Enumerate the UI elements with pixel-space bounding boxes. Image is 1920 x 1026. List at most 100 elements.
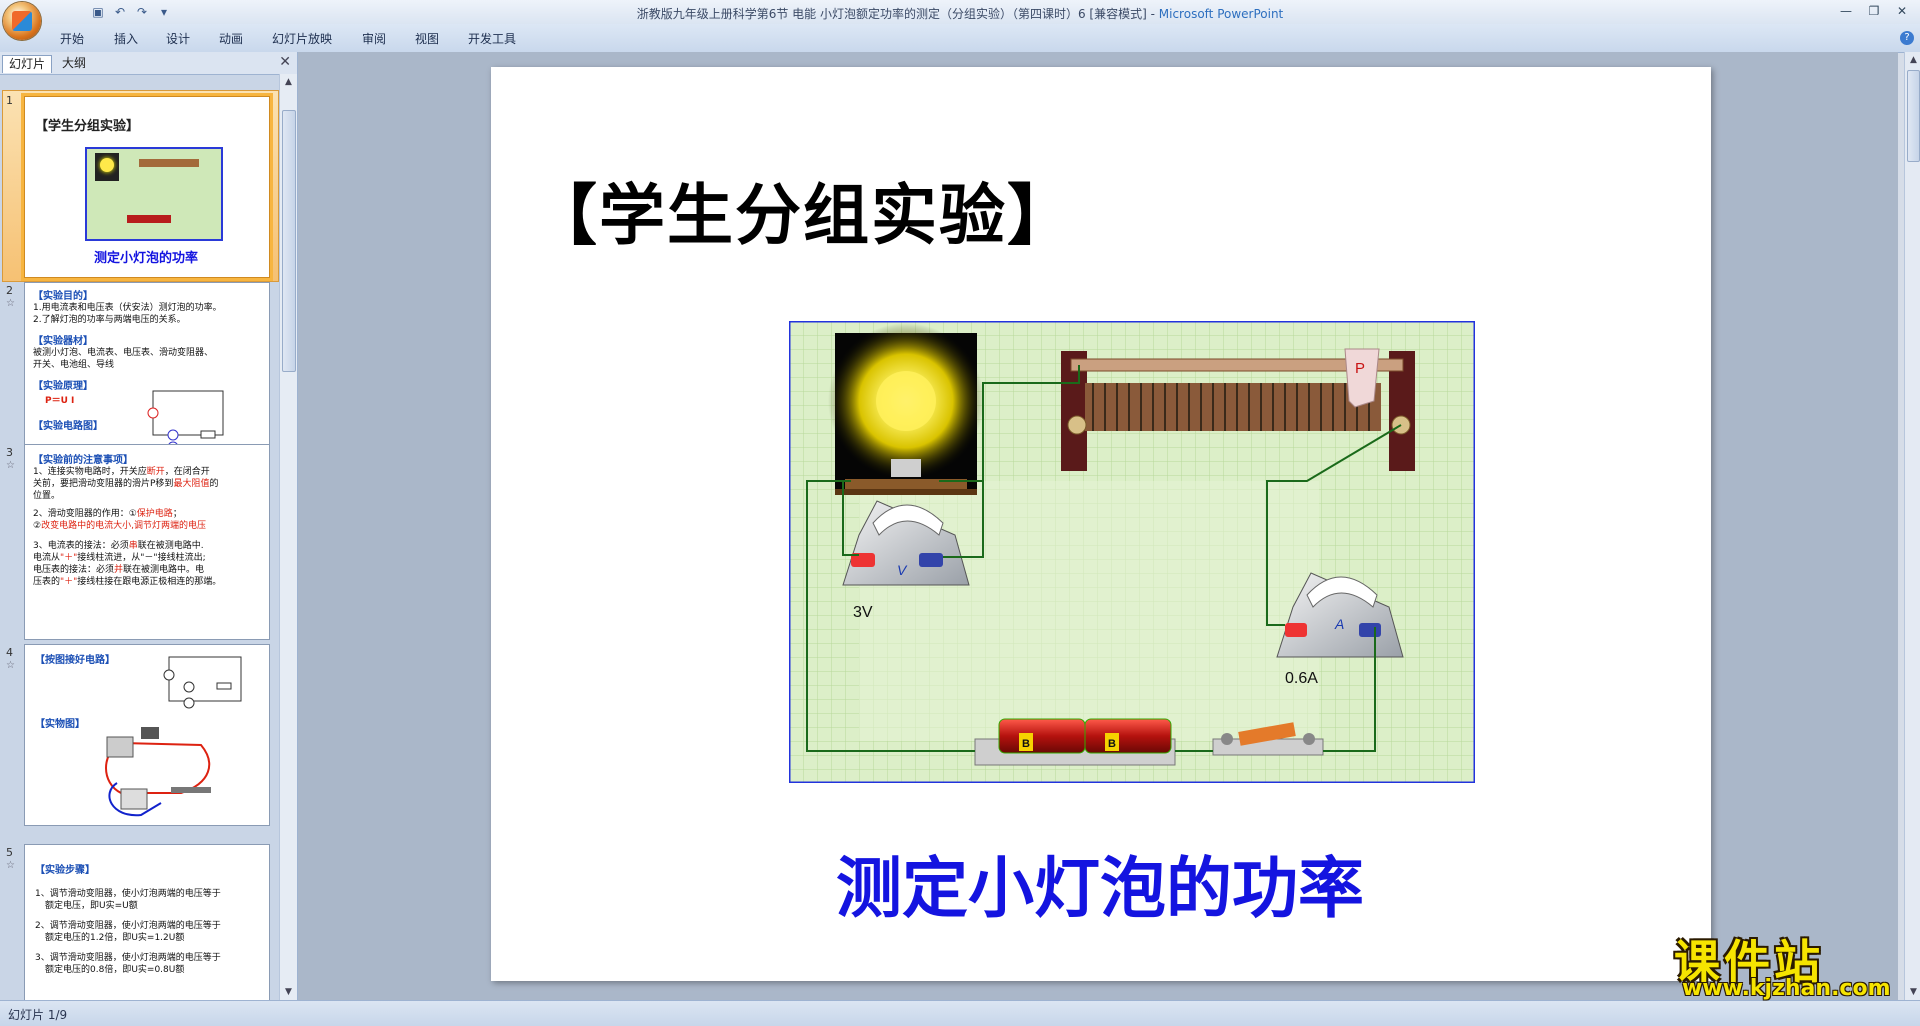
- thumb-line: 关前，要把滑动变阻器的滑片P移到最大阻值的: [33, 478, 221, 490]
- tab-developer[interactable]: 开发工具: [468, 30, 516, 47]
- slide-thumbnail-4[interactable]: 【按图接好电路】 【实物图】: [24, 644, 270, 826]
- thumb-caption: 测定小灯泡的功率: [93, 251, 198, 266]
- help-icon[interactable]: ?: [1900, 31, 1914, 45]
- slide-subtitle[interactable]: 测定小灯泡的功率: [836, 835, 1364, 931]
- thumb-text: 接线柱接在跟电源正极相连的那端。: [77, 577, 222, 587]
- thumb-line: 1.用电流表和电压表（伏安法）测灯泡的功率。: [33, 303, 222, 313]
- slides-panel: 幻灯片 大纲 ✕ 1 【学生分组实验】 测定小灯泡的功率 2 ☆ 【实验目的】 …: [0, 52, 298, 1000]
- thumb-line: 3、调节滑动变阻器，使小灯泡两端的电压等于: [35, 953, 221, 963]
- watermark-logo: 课件站 www.kjzhan.com: [1668, 926, 1904, 1001]
- thumb-line: 【实验前的注意事项】: [33, 455, 133, 466]
- slide-canvas[interactable]: 【学生分组实验】 P V 3V A 0.6A B B 测定小灯泡的功率: [491, 67, 1711, 981]
- thumb-line: 被测小灯泡、电流表、电压表、滑动变阻器、: [33, 348, 214, 358]
- app-name: Microsoft PowerPoint: [1158, 7, 1284, 21]
- tab-view[interactable]: 视图: [415, 30, 439, 47]
- circuit-image[interactable]: P V 3V A 0.6A B B: [789, 321, 1475, 783]
- tab-outline[interactable]: 大纲: [56, 55, 92, 72]
- customize-toolbar-icon[interactable]: ▾: [156, 4, 172, 20]
- thumb-real-circuit: [105, 727, 211, 817]
- tab-animations[interactable]: 动画: [219, 30, 243, 47]
- slide-editing-area: 【学生分组实验】 P V 3V A 0.6A B B 测定小灯泡的功率: [298, 52, 1898, 1000]
- quick-access-toolbar: ▣ ↶ ↷ ▾: [48, 3, 172, 21]
- thumb-blank: 并: [114, 565, 124, 575]
- animation-star-icon: ☆: [6, 298, 15, 309]
- animation-star-icon: ☆: [6, 860, 15, 871]
- tab-review[interactable]: 审阅: [362, 30, 386, 47]
- ammeter-symbol: A: [1334, 616, 1344, 632]
- thumb-number: 3: [6, 446, 13, 459]
- restore-icon[interactable]: ❐: [1862, 2, 1886, 20]
- thumb-text: 电压表的接法：必须: [33, 565, 115, 575]
- watermark-url: www.kjzhan.com: [1682, 976, 1891, 1001]
- animation-star-icon: ☆: [6, 660, 15, 671]
- thumb-line: 额定电压的1.2倍，即U实=1.2U额: [45, 933, 185, 943]
- thumb-line: 2.了解灯泡的功率与两端电压的关系。: [33, 315, 186, 325]
- thumb-title: 【学生分组实验】: [35, 119, 140, 134]
- scroll-down-icon[interactable]: ▼: [280, 984, 297, 1000]
- slide-thumbnail-5[interactable]: 【实验步骤】 1、调节滑动变阻器，使小灯泡两端的电压等于 额定电压，即U实=U额…: [24, 844, 270, 1000]
- thumb-number: 1: [6, 94, 13, 107]
- minimize-icon[interactable]: —: [1834, 2, 1858, 20]
- office-logo-icon: [12, 11, 32, 31]
- thumb-line: 压表的"＋"接线柱接在跟电源正极相连的那端。: [33, 576, 221, 588]
- save-icon[interactable]: ▣: [90, 4, 106, 20]
- office-button[interactable]: [3, 2, 41, 40]
- thumb-text: ②: [33, 521, 42, 531]
- thumb-line: 3、电流表的接法：必须串联在被测电路中.: [33, 540, 221, 552]
- redo-icon[interactable]: ↷: [134, 4, 150, 20]
- thumb-blank: "＋": [60, 577, 78, 587]
- voltmeter-range-label: 3V: [853, 604, 873, 621]
- close-icon[interactable]: ✕: [1890, 2, 1914, 20]
- thumb-number: 5: [6, 846, 13, 859]
- ammeter-range-label: 0.6A: [1285, 670, 1318, 687]
- tab-home[interactable]: 开始: [60, 30, 84, 47]
- thumb-blank: 断开: [146, 467, 165, 477]
- thumb-circuit-image: [85, 147, 223, 241]
- battery-pack: [974, 718, 1176, 766]
- scrollbar-thumb[interactable]: [282, 110, 296, 372]
- scroll-up-icon[interactable]: ▲: [280, 74, 297, 90]
- thumb-text: 3、电流表的接法：必须: [33, 541, 129, 551]
- thumb-line: 【实验器材】: [33, 336, 93, 347]
- slide-thumbnail-3[interactable]: 【实验前的注意事项】 1、连接实物电路时，开关应断开，在闭合开 关前，要把滑动变…: [24, 444, 270, 640]
- scrollbar-thumb[interactable]: [1907, 70, 1920, 162]
- animation-star-icon: ☆: [6, 460, 15, 471]
- tab-insert[interactable]: 插入: [114, 30, 138, 47]
- thumb-text: 联在被测电路中.: [137, 541, 204, 551]
- slide-thumbnail-1[interactable]: 【学生分组实验】 测定小灯泡的功率: [24, 96, 270, 278]
- main-scrollbar[interactable]: ▲ ▼: [1904, 52, 1920, 1000]
- thumb-text: 联在被测电路中。电: [123, 565, 205, 575]
- battery-label: B: [1022, 738, 1030, 750]
- thumb-line: 2、滑动变阻器的作用：①保护电路；: [33, 508, 221, 520]
- thumb-line: 1、连接实物电路时，开关应断开，在闭合开: [33, 466, 221, 478]
- tab-slides[interactable]: 幻灯片: [2, 55, 53, 73]
- thumb-line: ②改变电路中的电流大小,调节灯两端的电压: [33, 520, 221, 532]
- thumb-line: 额定电压的0.8倍，即U实=0.8U额: [45, 965, 185, 975]
- thumb-text: 2、滑动变阻器的作用：①: [33, 509, 137, 519]
- light-bulb: [828, 323, 984, 495]
- document-title: 浙教版九年级上册科学第6节 电能 小灯泡额定功率的测定（分组实验）（第四课时）6…: [636, 7, 1159, 21]
- thumbnail-scrollbar[interactable]: ▲ ▼: [279, 74, 297, 1000]
- thumb-text: 压表的: [33, 577, 61, 587]
- close-icon[interactable]: ✕: [279, 54, 291, 70]
- tab-slideshow[interactable]: 幻灯片放映: [272, 30, 332, 47]
- slide-indicator: 幻灯片 1/9: [8, 1008, 68, 1022]
- tab-design[interactable]: 设计: [166, 30, 190, 47]
- undo-icon[interactable]: ↶: [112, 4, 128, 20]
- title-bar: ▣ ↶ ↷ ▾ 浙教版九年级上册科学第6节 电能 小灯泡额定功率的测定（分组实验…: [0, 0, 1920, 24]
- thumbnail-list: 1 【学生分组实验】 测定小灯泡的功率 2 ☆ 【实验目的】 1.用电流表和电压…: [0, 74, 279, 1000]
- thumb-line: 【实物图】: [35, 719, 85, 730]
- status-bar: 幻灯片 1/9: [0, 1000, 1920, 1026]
- thumb-blank: 串: [128, 541, 138, 551]
- thumb-number: 4: [6, 646, 13, 659]
- thumb-circuit-diagram: [163, 656, 242, 709]
- thumb-line: 【实验目的】: [33, 291, 93, 302]
- slide-title[interactable]: 【学生分组实验】: [531, 162, 1075, 258]
- ribbon-tabs: 开始 插入 设计 动画 幻灯片放映 审阅 视图 开发工具: [0, 24, 1920, 53]
- thumb-line: 电流从"＋"接线柱流进，从"－"接线柱流出;: [33, 552, 221, 564]
- slide-thumbnail-2[interactable]: 【实验目的】 1.用电流表和电压表（伏安法）测灯泡的功率。 2.了解灯泡的功率与…: [24, 282, 270, 468]
- scroll-down-icon[interactable]: ▼: [1905, 984, 1920, 1000]
- thumb-number: 2: [6, 284, 13, 297]
- scroll-up-icon[interactable]: ▲: [1905, 52, 1920, 68]
- thumb-line: 开关、电池组、导线: [33, 360, 115, 370]
